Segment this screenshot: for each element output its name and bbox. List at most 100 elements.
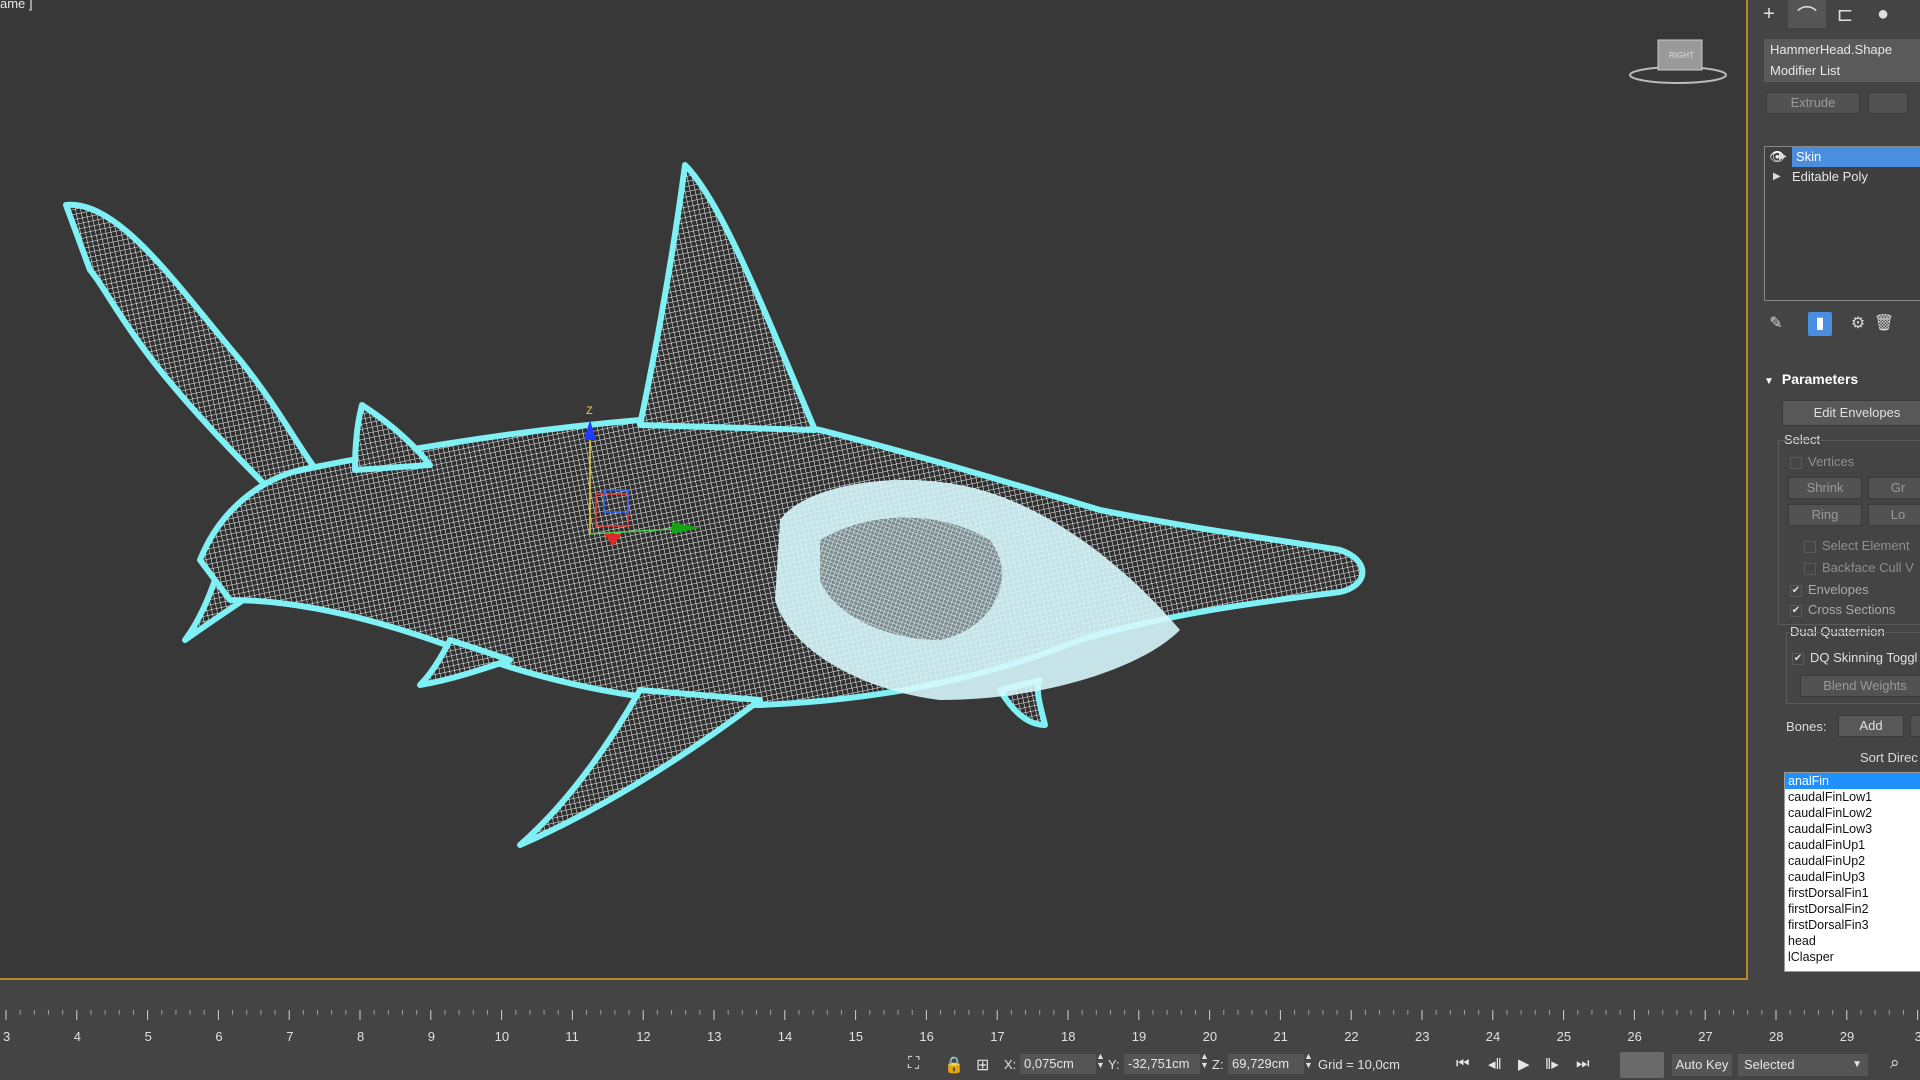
- isolate-selection-icon[interactable]: ⛶: [908, 1055, 919, 1073]
- go-to-start-icon[interactable]: ⏮: [1456, 1055, 1470, 1072]
- frame-tick-label: 23: [1415, 1029, 1429, 1044]
- frame-tick-label: 24: [1486, 1029, 1500, 1044]
- shrink-button[interactable]: Shrink: [1788, 477, 1862, 499]
- lock-icon[interactable]: 🔒: [944, 1055, 964, 1075]
- display-tab[interactable]: ●: [1864, 0, 1902, 28]
- parameters-rollout[interactable]: ▼ Parameters: [1764, 371, 1858, 387]
- stack-item-editable-poly[interactable]: ▶ Editable Poly: [1765, 167, 1920, 187]
- frame-tick-label: 22: [1344, 1029, 1358, 1044]
- vertices-label: Vertices: [1808, 454, 1855, 469]
- remove-bone-button[interactable]: [1910, 715, 1920, 737]
- next-frame-icon[interactable]: ‖▸: [1545, 1055, 1559, 1073]
- cross-sections-checkbox[interactable]: ✔ Cross Sections: [1790, 602, 1895, 617]
- set-key-button[interactable]: [1620, 1052, 1664, 1078]
- edit-envelopes-button[interactable]: Edit Envelopes: [1782, 400, 1920, 426]
- timeline-ruler[interactable]: 3 4 5 6 7 8 9 10 11 12 13 14 15 16 17 18 19 20 21 22 23 24 25 2…: [0, 1010, 1920, 1046]
- hammerhead-shark-wireframe[interactable]: Z: [0, 0, 1748, 980]
- modifier-list-dropdown[interactable]: Modifier List: [1764, 60, 1920, 82]
- modify-tab[interactable]: ⌒: [1788, 0, 1826, 28]
- z-spinner-icon[interactable]: ▲ ▼: [1304, 1052, 1313, 1070]
- auto-key-button[interactable]: Auto Key: [1672, 1054, 1732, 1076]
- x-coordinate-field[interactable]: 0,075cm: [1020, 1054, 1096, 1074]
- frame-tick-label: 16: [919, 1029, 933, 1044]
- pin-stack-icon[interactable]: ✎: [1764, 312, 1788, 336]
- bones-list[interactable]: analFin caudalFinLow1 caudalFinLow2 caudalF…: [1784, 772, 1920, 972]
- dq-skinning-checkbox[interactable]: ✔ DQ Skinning Toggl: [1792, 650, 1917, 665]
- bones-label: Bones:: [1786, 719, 1827, 734]
- sphere-icon: ●: [1876, 2, 1890, 25]
- frame-tick-label: 7: [286, 1029, 293, 1044]
- bone-list-item[interactable]: caudalFinUp2: [1785, 853, 1920, 869]
- extrude-button[interactable]: Extrude: [1766, 92, 1860, 114]
- parameters-title: Parameters: [1781, 371, 1859, 387]
- frame-tick-label: 19: [1132, 1029, 1146, 1044]
- z-label: Z:: [1212, 1057, 1224, 1072]
- bone-list-item[interactable]: caudalFinLow1: [1785, 789, 1920, 805]
- blend-weights-button[interactable]: Blend Weights: [1800, 675, 1920, 697]
- envelopes-checkbox[interactable]: ✔ Envelopes: [1790, 582, 1869, 597]
- y-coordinate-field[interactable]: -32,751cm: [1124, 1054, 1200, 1074]
- frame-tick-label: 3: [1915, 1029, 1920, 1044]
- frame-tick-label: 12: [636, 1029, 650, 1044]
- grow-button[interactable]: Gr: [1868, 477, 1920, 499]
- frame-tick-label: 13: [707, 1029, 721, 1044]
- hierarchy-icon: ⊏: [1836, 3, 1854, 26]
- x-spinner-icon[interactable]: ▲ ▼: [1096, 1052, 1105, 1070]
- object-name-field[interactable]: HammerHead.Shape: [1764, 39, 1920, 61]
- frame-tick-label: 27: [1698, 1029, 1712, 1044]
- expand-arrow-icon[interactable]: ▶: [1773, 167, 1781, 187]
- frame-tick-label: 8: [357, 1029, 364, 1044]
- bone-list-item[interactable]: caudalFinLow2: [1785, 805, 1920, 821]
- bone-list-item[interactable]: lClasper: [1785, 949, 1920, 965]
- perspective-viewport[interactable]: ame ] Z RIGHT: [0, 0, 1748, 980]
- bone-list-item[interactable]: firstDorsalFin2: [1785, 901, 1920, 917]
- loop-button[interactable]: Lo: [1868, 504, 1920, 526]
- x-label: X:: [1004, 1057, 1017, 1072]
- make-unique-icon[interactable]: ⚙: [1846, 312, 1870, 336]
- frame-tick-label: 10: [495, 1029, 509, 1044]
- show-end-result-icon[interactable]: ▮: [1808, 312, 1832, 336]
- previous-frame-icon[interactable]: ◂‖: [1488, 1055, 1502, 1073]
- select-element-checkbox[interactable]: Select Element: [1804, 538, 1909, 553]
- go-to-end-icon[interactable]: ⏭: [1576, 1055, 1590, 1072]
- y-spinner-icon[interactable]: ▲ ▼: [1200, 1052, 1209, 1070]
- search-icon[interactable]: ⌕: [1890, 1053, 1900, 1073]
- modify-bend-icon: ⌒: [1797, 5, 1817, 28]
- stack-toolbar: ✎ ▮ ⚙ 🗑: [1764, 312, 1920, 336]
- gizmo-z-label: Z: [586, 405, 593, 417]
- dq-skinning-label: DQ Skinning Toggl: [1810, 650, 1918, 665]
- stack-item-skin[interactable]: 👁 ▶ Skin: [1765, 147, 1920, 167]
- frame-tick-label: 14: [778, 1029, 792, 1044]
- bone-list-item[interactable]: analFin: [1785, 773, 1920, 789]
- hierarchy-tab[interactable]: ⊏: [1826, 0, 1864, 28]
- stack-item-label: Skin: [1792, 147, 1920, 167]
- bone-list-item[interactable]: caudalFinUp3: [1785, 869, 1920, 885]
- ring-button[interactable]: Ring: [1788, 504, 1862, 526]
- bone-list-item[interactable]: firstDorsalFin3: [1785, 917, 1920, 933]
- frame-tick-label: 21: [1273, 1029, 1287, 1044]
- trash-icon[interactable]: 🗑: [1872, 312, 1896, 336]
- status-bar: ⛶ 🔒 ⊞ X: 0,075cm ▲ ▼ Y: -32,751cm ▲ ▼ Z: 6…: [0, 1048, 1920, 1080]
- modifier-stack[interactable]: 👁 ▶ Skin ▶ Editable Poly: [1764, 146, 1920, 301]
- create-tab[interactable]: +: [1750, 0, 1788, 28]
- absolute-mode-icon[interactable]: ⊞: [976, 1055, 989, 1075]
- frame-tick-label: 26: [1627, 1029, 1641, 1044]
- chevron-down-icon: ▼: [1852, 1059, 1862, 1070]
- bone-list-item[interactable]: firstDorsalFin1: [1785, 885, 1920, 901]
- vertices-checkbox[interactable]: Vertices: [1790, 454, 1854, 469]
- key-filter-dropdown[interactable]: Selected ▼: [1738, 1054, 1868, 1076]
- expand-arrow-icon[interactable]: ▶: [1779, 147, 1787, 167]
- bone-list-item[interactable]: caudalFinUp1: [1785, 837, 1920, 853]
- grid-size-label: Grid = 10,0cm: [1318, 1057, 1401, 1072]
- modifier-preset-button[interactable]: [1868, 92, 1908, 114]
- frame-tick-label: 5: [145, 1029, 152, 1044]
- frame-tick-label: 20: [1203, 1029, 1217, 1044]
- z-coordinate-field[interactable]: 69,729cm: [1228, 1054, 1304, 1074]
- bone-list-item[interactable]: head: [1785, 933, 1920, 949]
- bone-list-item[interactable]: caudalFinLow3: [1785, 821, 1920, 837]
- add-bone-button[interactable]: Add: [1838, 715, 1904, 737]
- frame-tick-label: 18: [1061, 1029, 1075, 1044]
- backface-cull-checkbox[interactable]: Backface Cull V: [1804, 560, 1914, 575]
- play-icon[interactable]: ▶: [1518, 1055, 1530, 1073]
- viewcube[interactable]: RIGHT: [1628, 30, 1728, 90]
